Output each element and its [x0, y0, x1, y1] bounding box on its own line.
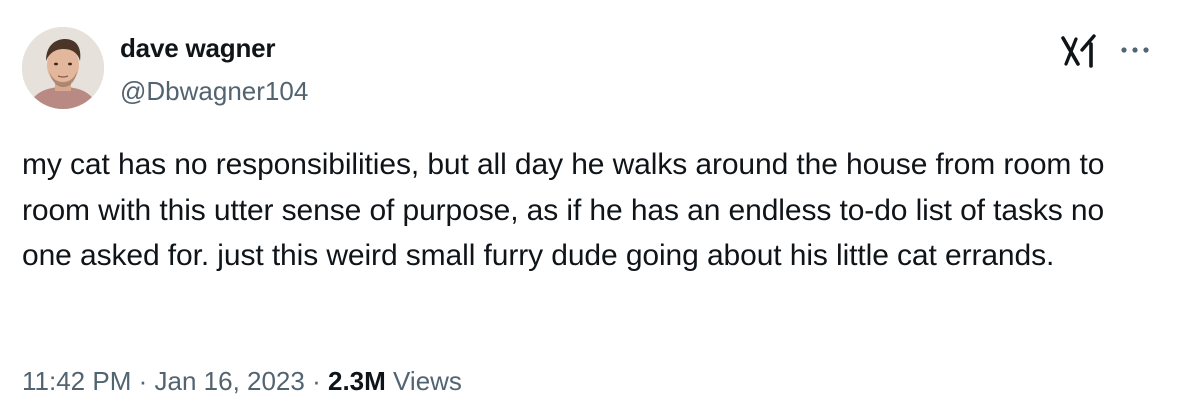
author-display-name[interactable]: dave wagner — [120, 33, 276, 64]
tweet-meta: 11:42 PM · Jan 16, 2023 · 2.3M Views — [22, 366, 462, 397]
meta-separator: · — [312, 366, 321, 396]
meta-separator: · — [138, 366, 148, 396]
views-label: Views — [393, 366, 462, 396]
x-logo-icon[interactable] — [1060, 34, 1100, 68]
tweet-text: my cat has no responsibilities, but all … — [22, 148, 1105, 272]
author-handle[interactable]: @Dbwagner104 — [120, 76, 308, 107]
more-options-icon[interactable] — [1116, 38, 1156, 62]
author-avatar[interactable] — [22, 27, 104, 109]
tweet-date[interactable]: Jan 16, 2023 — [155, 366, 305, 396]
views-count[interactable]: 2.3M — [328, 366, 386, 396]
profile-photo-icon — [22, 27, 104, 109]
tweet-time[interactable]: 11:42 PM — [22, 366, 131, 396]
tweet-card: dave wagner @Dbwagner104 my cat has no r… — [0, 0, 1178, 420]
